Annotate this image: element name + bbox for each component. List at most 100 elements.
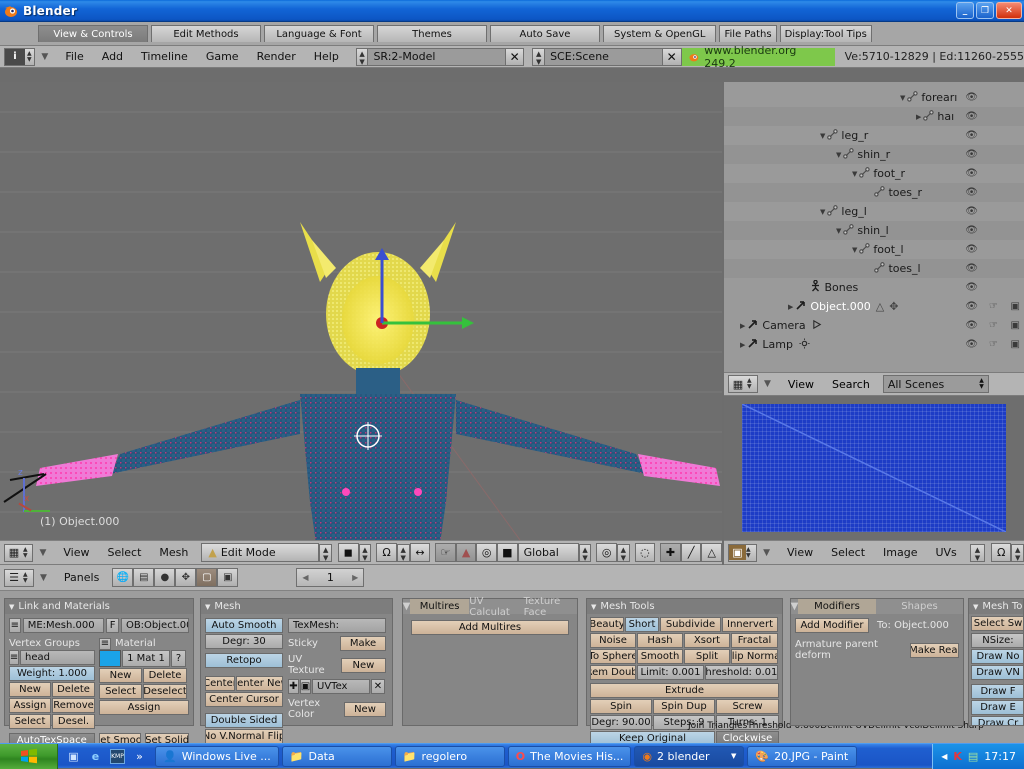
visibility-eye-icon[interactable]: 👁: [965, 320, 978, 331]
viewport-window-type-selector[interactable]: ▦ ▲ ▼: [4, 543, 34, 562]
expand-triangle-icon[interactable]: ▼: [836, 227, 841, 235]
panel-collapse-icon[interactable]: ▼: [9, 603, 14, 611]
outliner-menu-view[interactable]: View: [779, 378, 823, 391]
add-multires-button[interactable]: Add Multires: [411, 620, 569, 635]
outliner-row-foot_l[interactable]: ▼ foot_l 👁: [724, 240, 1024, 259]
uv-menu-image[interactable]: Image: [874, 546, 926, 559]
outliner-row-shin_r[interactable]: ▼ shin_r 👁: [724, 145, 1024, 164]
draw-normals-button[interactable]: Draw No: [971, 649, 1023, 664]
expand-triangle-icon[interactable]: ▶: [740, 322, 745, 330]
innervert-button[interactable]: Innervert: [722, 617, 778, 632]
tab-multires[interactable]: Multires: [410, 599, 470, 614]
tab-modifiers[interactable]: Modifiers: [798, 599, 876, 614]
outliner-row-shin_l[interactable]: ▼ shin_l 👁: [724, 221, 1024, 240]
taskbar-item-the-movies-his[interactable]: O The Movies His...: [507, 745, 632, 767]
menu-add[interactable]: Add: [93, 50, 132, 63]
expand-triangle-icon[interactable]: ▶: [916, 113, 921, 121]
screen-name-field[interactable]: SR:2-Model: [368, 47, 506, 66]
vgroup-desel-button[interactable]: Desel.: [52, 714, 95, 729]
uv-menu-view[interactable]: View: [778, 546, 822, 559]
extrude-button[interactable]: Extrude: [590, 683, 779, 698]
visibility-eye-icon[interactable]: 👁: [965, 168, 978, 179]
outliner-row-foot_r[interactable]: ▼ foot_r 👁: [724, 164, 1024, 183]
material-icon[interactable]: ●: [154, 568, 176, 587]
screen-delete-button[interactable]: ✕: [505, 47, 525, 66]
prefs-tab-language-font[interactable]: Language & Font: [264, 25, 374, 42]
subdivide-button[interactable]: Subdivide: [660, 617, 721, 632]
outliner-row-camera[interactable]: ▶ Camera 👁 ☞ ▣: [724, 316, 1024, 335]
frame-next-icon[interactable]: ▶: [352, 573, 358, 582]
minimize-button[interactable]: _: [956, 2, 974, 19]
prefs-tab-auto-save[interactable]: Auto Save: [490, 25, 600, 42]
draw-edges-button[interactable]: Draw E: [971, 700, 1023, 715]
chevron-right-icon[interactable]: »: [132, 749, 147, 764]
expand-triangle-icon[interactable]: [804, 284, 808, 292]
screen-browse-button[interactable]: ▲ ▼: [355, 47, 369, 66]
draw-faces-button[interactable]: Draw F: [971, 684, 1023, 699]
material-select-button[interactable]: Select: [99, 684, 142, 699]
outliner-menu-collapse-icon[interactable]: ▼: [764, 379, 771, 389]
vgroup-browse-button[interactable]: ≡: [9, 650, 19, 665]
expand-triangle-icon[interactable]: ▼: [820, 208, 825, 216]
material-help-button[interactable]: ?: [171, 650, 186, 667]
outliner-menu-search[interactable]: Search: [823, 378, 879, 391]
viewport-menu-collapse-icon[interactable]: ▼: [39, 548, 46, 558]
panel-collapse-icon[interactable]: ▼: [791, 599, 798, 614]
uv-image-browse-spin[interactable]: ▲ ▼: [969, 543, 986, 562]
uv-menu-uvs[interactable]: UVs: [926, 546, 965, 559]
draw-type-spin[interactable]: ▲ ▼: [358, 543, 372, 562]
scene-icon[interactable]: ▣: [217, 568, 239, 587]
transform-orientation-dropdown[interactable]: Global: [517, 543, 579, 562]
screw-button[interactable]: Screw: [716, 699, 779, 714]
3d-viewport[interactable]: z x (1) Object.000: [0, 82, 722, 540]
prefs-tab-themes[interactable]: Themes: [377, 25, 487, 42]
expand-triangle-icon[interactable]: [868, 189, 872, 197]
auto-smooth-button[interactable]: Auto Smooth: [205, 618, 283, 633]
mesh-browse-button[interactable]: ≡: [9, 618, 21, 633]
expand-triangle-icon[interactable]: ▼: [820, 132, 825, 140]
editing-icon[interactable]: ▢: [196, 568, 218, 587]
limit-field[interactable]: Limit: 0.001: [637, 665, 704, 680]
viewport-mode-dropdown[interactable]: ▲ Edit Mode: [201, 543, 320, 562]
outliner-row-bones[interactable]: Bones 👁: [724, 278, 1024, 297]
occlude-geometry-icon[interactable]: ■: [497, 543, 518, 562]
panel-title-link-and-materials[interactable]: ▼ Link and Materials: [5, 599, 193, 614]
outliner-scope-dropdown[interactable]: All Scenes ▲ ▼: [882, 375, 989, 393]
uvtex-name-field[interactable]: UVTex: [312, 679, 370, 694]
prefs-tab-file-paths[interactable]: File Paths: [719, 25, 777, 42]
no-vnormal-flip-button[interactable]: No V.Normal Flip: [205, 729, 283, 744]
start-button[interactable]: [0, 743, 58, 769]
frame-prev-icon[interactable]: ◀: [302, 573, 308, 582]
scene-delete-button[interactable]: ✕: [662, 47, 682, 66]
material-color-swatch[interactable]: [99, 650, 121, 667]
vertex-select-icon[interactable]: ☞: [435, 543, 456, 562]
pivot-icon[interactable]: ◎: [596, 543, 617, 562]
tab-texture-face[interactable]: Texture Face: [523, 596, 577, 618]
visibility-eye-icon[interactable]: 👁: [965, 111, 978, 122]
visibility-eye-icon[interactable]: 👁: [965, 282, 978, 293]
taskbar-item-20-jpg-paint[interactable]: 🎨 20.JPG - Paint: [747, 745, 858, 767]
auto-smooth-degr-field[interactable]: Degr: 30: [205, 634, 283, 649]
expand-triangle-icon[interactable]: ▶: [788, 303, 793, 311]
uv-texture-new-button[interactable]: New: [340, 657, 386, 673]
degr-field[interactable]: Degr: 90.00: [590, 715, 652, 730]
outliner-row-forearı[interactable]: ▼ forearı 👁: [724, 88, 1024, 107]
outliner-row-haı[interactable]: ▶ haı 👁: [724, 107, 1024, 126]
add-modifier-button[interactable]: Add Modifier: [795, 618, 869, 633]
prefs-tab-edit-methods[interactable]: Edit Methods: [151, 25, 261, 42]
prefs-tab-display-tool-tips[interactable]: Display:Tool Tips: [779, 25, 872, 42]
proportional-edit-icon[interactable]: ↔: [409, 543, 431, 562]
uvtex-render-icon[interactable]: ▣: [300, 679, 311, 694]
outliner-row-object[interactable]: ▶ Object.000 △ ✥ 👁 ☞ ▣: [724, 297, 1024, 316]
visibility-eye-icon[interactable]: 👁: [965, 263, 978, 274]
menu-timeline[interactable]: Timeline: [132, 50, 197, 63]
split-button[interactable]: Split: [684, 649, 730, 664]
visibility-eye-icon[interactable]: 👁: [965, 244, 978, 255]
retopo-button[interactable]: Retopo: [205, 653, 283, 668]
visibility-eye-icon[interactable]: 👁: [965, 206, 978, 217]
draw-vnormals-button[interactable]: Draw VN: [971, 665, 1023, 680]
kaspersky-icon[interactable]: K: [953, 750, 962, 763]
flip-normal-button[interactable]: Flip Normal: [731, 649, 778, 664]
xsort-button[interactable]: Xsort: [684, 633, 730, 648]
outliner-row-lamp[interactable]: ▶ Lamp 👁 ☞ ▣: [724, 335, 1024, 354]
